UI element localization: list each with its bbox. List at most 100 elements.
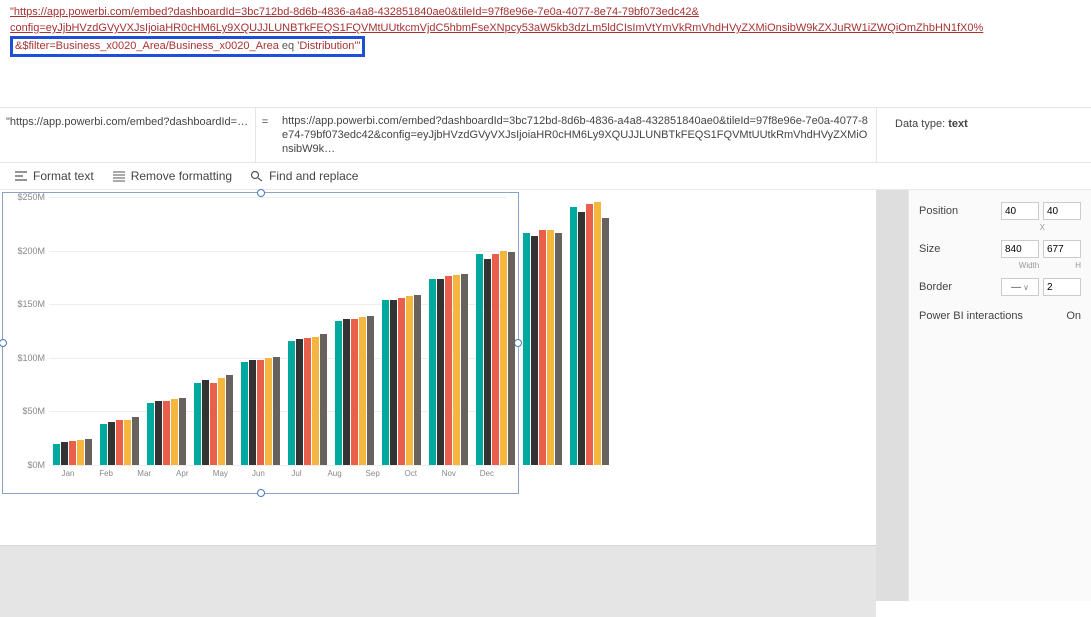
bar [218, 378, 225, 465]
bar-group [237, 197, 284, 465]
bar [124, 420, 131, 465]
bar-group [566, 197, 613, 465]
bar [273, 357, 280, 465]
bar-group [472, 197, 519, 465]
x-tick-label: Feb [87, 469, 125, 483]
datatype-value: text [948, 118, 968, 130]
bar [570, 207, 577, 465]
bar [147, 403, 154, 465]
bar [320, 334, 327, 465]
chevron-down-icon: ∨ [1023, 283, 1029, 292]
x-tick-label: Mar [125, 469, 163, 483]
bar [171, 399, 178, 465]
bar [132, 417, 139, 465]
bar-group [378, 197, 425, 465]
bar [85, 439, 92, 465]
format-text-button[interactable]: Format text [14, 169, 94, 183]
filter-highlight-box: &$filter=Business_x0020_Area/Business_x0… [10, 36, 365, 57]
bar [155, 401, 162, 465]
bar-group [49, 197, 96, 465]
bar [398, 298, 405, 465]
filter-eq: eq [279, 40, 297, 52]
position-x-sublabel: X [1040, 223, 1045, 232]
bar [508, 252, 515, 465]
filter-key: &$filter=Business_x0020_Area/Business_x0… [15, 40, 279, 52]
bar [429, 279, 436, 465]
bar [61, 442, 68, 465]
bar-group [519, 197, 566, 465]
remove-formatting-button[interactable]: Remove formatting [112, 169, 232, 183]
x-tick-label: Jun [239, 469, 277, 483]
plot-area [49, 197, 506, 465]
x-tick-label: Jan [49, 469, 87, 483]
bar [586, 204, 593, 465]
powerbi-interactions-toggle[interactable]: On [1066, 310, 1081, 322]
bar [382, 300, 389, 465]
x-tick-label: Aug [316, 469, 354, 483]
bar [53, 444, 60, 465]
filter-value: 'Distribution'" [297, 40, 360, 52]
bar-group [331, 197, 378, 465]
bar [602, 218, 609, 465]
bar-group [284, 197, 331, 465]
border-width-input[interactable] [1043, 278, 1081, 296]
bar [288, 341, 295, 465]
x-tick-label: Apr [163, 469, 201, 483]
bar [202, 380, 209, 465]
bar [335, 321, 342, 465]
report-canvas[interactable]: $0M$50M$100M$150M$200M$250M JanFebMarApr… [0, 190, 876, 601]
position-label: Position [919, 205, 1001, 217]
bar [116, 420, 123, 465]
format-text-icon [14, 170, 28, 182]
chart-selection-frame[interactable]: $0M$50M$100M$150M$200M$250M JanFebMarApr… [2, 192, 519, 494]
bar [594, 202, 601, 465]
formula-bar: "https://app.powerbi.com/embed?dashboard… [0, 107, 1091, 163]
x-tick-label: Nov [430, 469, 468, 483]
bar [210, 383, 217, 465]
bar [343, 319, 350, 465]
remove-formatting-label: Remove formatting [131, 169, 232, 183]
x-tick-label: May [201, 469, 239, 483]
bar [249, 360, 256, 465]
x-axis: JanFebMarAprMayJunJulAugSepOctNovDec [49, 469, 506, 483]
y-axis: $0M$50M$100M$150M$200M$250M [11, 197, 49, 465]
formula-left-cell[interactable]: "https://app.powerbi.com/embed?dashboard… [0, 108, 256, 162]
bar-group [190, 197, 237, 465]
resize-handle-s[interactable] [257, 489, 265, 497]
position-x-input[interactable] [1001, 202, 1039, 220]
bar [241, 362, 248, 465]
bar [476, 254, 483, 465]
size-width-input[interactable] [1001, 240, 1039, 258]
size-label: Size [919, 243, 1001, 255]
size-height-input[interactable] [1043, 240, 1081, 258]
bar-group [143, 197, 190, 465]
bar [351, 319, 358, 465]
resize-handle-n[interactable] [257, 189, 265, 197]
y-tick-label: $0M [27, 460, 45, 470]
border-style-value: — [1011, 282, 1021, 293]
url-config-segment: config=eyJjbHVzdGVyVXJsIjoiaHR0cHM6Ly9XQ… [10, 22, 983, 34]
data-type-box: Data type: text [876, 108, 1091, 162]
bar [500, 251, 507, 465]
bar [461, 274, 468, 465]
find-replace-button[interactable]: Find and replace [250, 169, 358, 183]
bar [194, 383, 201, 465]
bar [547, 230, 554, 465]
url-line-1: "https://app.powerbi.com/embed?dashboard… [10, 6, 699, 18]
text-toolbar: Format text Remove formatting Find and r… [0, 163, 1091, 190]
bottom-strip [0, 545, 876, 617]
border-style-select[interactable]: — ∨ [1001, 278, 1039, 296]
bar [69, 441, 76, 465]
bar [578, 212, 585, 465]
bar [453, 275, 460, 465]
border-label: Border [919, 281, 1001, 293]
formula-url-display: "https://app.powerbi.com/embed?dashboard… [0, 0, 1091, 61]
resize-handle-w[interactable] [0, 339, 7, 347]
position-y-input[interactable] [1043, 202, 1081, 220]
bar [531, 236, 538, 465]
bar [296, 339, 303, 465]
y-tick-label: $150M [17, 299, 45, 309]
remove-formatting-icon [112, 170, 126, 182]
bar [523, 233, 530, 465]
bar [108, 422, 115, 465]
